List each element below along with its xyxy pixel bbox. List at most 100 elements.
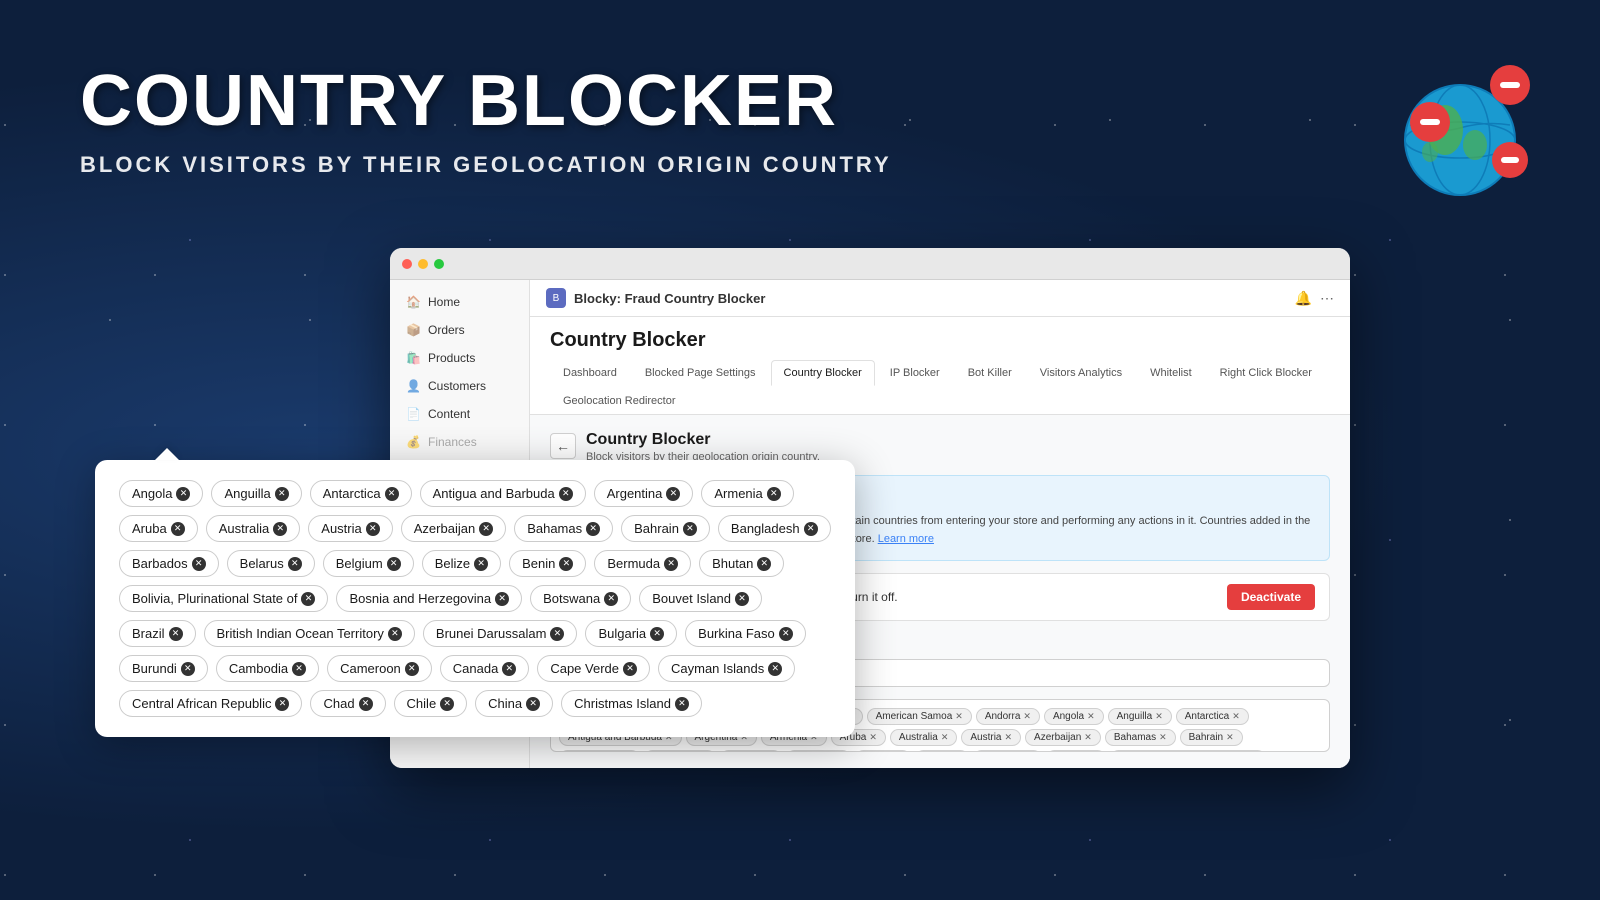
browser-maximize-dot[interactable] bbox=[434, 259, 444, 269]
popup-tag-bahamas[interactable]: Bahamas ✕ bbox=[514, 515, 613, 542]
popup-tag-burkina[interactable]: Burkina Faso ✕ bbox=[685, 620, 806, 647]
close-chile[interactable]: ✕ bbox=[440, 697, 454, 711]
close-bermuda[interactable]: ✕ bbox=[664, 557, 678, 571]
popup-tag-benin[interactable]: Benin ✕ bbox=[509, 550, 586, 577]
country-tag[interactable]: Angola ✕ bbox=[1044, 708, 1104, 725]
country-tag[interactable]: Australia ✕ bbox=[890, 729, 957, 746]
popup-tag-bahrain[interactable]: Bahrain ✕ bbox=[621, 515, 710, 542]
popup-tag-belgium[interactable]: Belgium ✕ bbox=[323, 550, 414, 577]
popup-tag-bhutan[interactable]: Bhutan ✕ bbox=[699, 550, 784, 577]
country-tag[interactable]: Barbados ✕ bbox=[644, 750, 715, 752]
popup-tag-azerbaijan[interactable]: Azerbaijan ✕ bbox=[401, 515, 506, 542]
close-botswana[interactable]: ✕ bbox=[604, 592, 618, 606]
popup-tag-cambodia[interactable]: Cambodia ✕ bbox=[216, 655, 319, 682]
close-canada[interactable]: ✕ bbox=[502, 662, 516, 676]
close-burkina[interactable]: ✕ bbox=[779, 627, 793, 641]
close-china[interactable]: ✕ bbox=[526, 697, 540, 711]
popup-tag-brazil[interactable]: Brazil ✕ bbox=[119, 620, 196, 647]
country-tag[interactable]: Andorra ✕ bbox=[976, 708, 1040, 725]
popup-tag-australia[interactable]: Australia ✕ bbox=[206, 515, 301, 542]
tab-bot-killer[interactable]: Bot Killer bbox=[955, 360, 1025, 386]
country-tag[interactable]: Azerbaijan ✕ bbox=[1025, 729, 1101, 746]
sidebar-item-customers[interactable]: 👤 Customers bbox=[390, 372, 529, 400]
popup-tag-argentina[interactable]: Argentina ✕ bbox=[594, 480, 694, 507]
deactivate-button[interactable]: Deactivate bbox=[1227, 584, 1315, 610]
country-tag[interactable]: Belarus ✕ bbox=[720, 750, 782, 752]
popup-tag-botswana[interactable]: Botswana ✕ bbox=[530, 585, 631, 612]
browser-close-dot[interactable] bbox=[402, 259, 412, 269]
close-belarus[interactable]: ✕ bbox=[288, 557, 302, 571]
popup-tag-bulgaria[interactable]: Bulgaria ✕ bbox=[585, 620, 677, 647]
popup-tag-chile[interactable]: Chile ✕ bbox=[394, 690, 468, 717]
popup-tag-british-indian[interactable]: British Indian Ocean Territory ✕ bbox=[204, 620, 415, 647]
close-azerbaijan[interactable]: ✕ bbox=[479, 522, 493, 536]
close-bolivia[interactable]: ✕ bbox=[301, 592, 315, 606]
close-brazil[interactable]: ✕ bbox=[169, 627, 183, 641]
close-belgium[interactable]: ✕ bbox=[387, 557, 401, 571]
popup-tag-belize[interactable]: Belize ✕ bbox=[422, 550, 501, 577]
popup-tag-cayman[interactable]: Cayman Islands ✕ bbox=[658, 655, 795, 682]
close-chad[interactable]: ✕ bbox=[359, 697, 373, 711]
popup-tag-anguilla[interactable]: Anguilla ✕ bbox=[211, 480, 301, 507]
close-bulgaria[interactable]: ✕ bbox=[650, 627, 664, 641]
sidebar-item-finances[interactable]: 💰 Finances bbox=[390, 428, 529, 456]
close-australia[interactable]: ✕ bbox=[273, 522, 287, 536]
tab-right-click-blocker[interactable]: Right Click Blocker bbox=[1207, 360, 1325, 386]
sidebar-item-content[interactable]: 📄 Content bbox=[390, 400, 529, 428]
popup-tag-china[interactable]: China ✕ bbox=[475, 690, 553, 717]
close-aruba[interactable]: ✕ bbox=[171, 522, 185, 536]
close-cambodia[interactable]: ✕ bbox=[292, 662, 306, 676]
tab-geolocation-redirector[interactable]: Geolocation Redirector bbox=[550, 388, 689, 414]
popup-tag-bermuda[interactable]: Bermuda ✕ bbox=[594, 550, 691, 577]
bell-icon[interactable]: 🔔 bbox=[1295, 290, 1312, 307]
popup-tag-bosnia[interactable]: Bosnia and Herzegovina ✕ bbox=[336, 585, 522, 612]
close-antarctica[interactable]: ✕ bbox=[385, 487, 399, 501]
popup-tag-armenia[interactable]: Armenia ✕ bbox=[701, 480, 793, 507]
close-armenia[interactable]: ✕ bbox=[767, 487, 781, 501]
tab-dashboard[interactable]: Dashboard bbox=[550, 360, 630, 386]
country-tag[interactable]: Benin ✕ bbox=[915, 750, 969, 752]
tab-ip-blocker[interactable]: IP Blocker bbox=[877, 360, 953, 386]
popup-tag-antigua[interactable]: Antigua and Barbuda ✕ bbox=[420, 480, 586, 507]
close-antigua[interactable]: ✕ bbox=[559, 487, 573, 501]
country-tag[interactable]: Bhutan ✕ bbox=[1046, 750, 1106, 752]
popup-tag-antarctica[interactable]: Antarctica ✕ bbox=[310, 480, 412, 507]
country-tag[interactable]: Bangladesh ✕ bbox=[559, 750, 640, 752]
popup-tag-angola[interactable]: Angola ✕ bbox=[119, 480, 203, 507]
learn-more-link[interactable]: Learn more bbox=[878, 533, 934, 545]
popup-tag-central-african[interactable]: Central African Republic ✕ bbox=[119, 690, 302, 717]
close-bhutan[interactable]: ✕ bbox=[757, 557, 771, 571]
close-brunei[interactable]: ✕ bbox=[550, 627, 564, 641]
country-tag[interactable]: Bahrain ✕ bbox=[1180, 729, 1243, 746]
popup-tag-christmas[interactable]: Christmas Island ✕ bbox=[561, 690, 702, 717]
close-british-indian[interactable]: ✕ bbox=[388, 627, 402, 641]
tab-visitors-analytics[interactable]: Visitors Analytics bbox=[1027, 360, 1135, 386]
country-tag[interactable]: Bahamas ✕ bbox=[1105, 729, 1176, 746]
country-tag[interactable]: Austria ✕ bbox=[961, 729, 1021, 746]
close-bahamas[interactable]: ✕ bbox=[586, 522, 600, 536]
close-angola[interactable]: ✕ bbox=[176, 487, 190, 501]
country-tag[interactable]: Bermuda ✕ bbox=[973, 750, 1042, 752]
popup-tag-brunei[interactable]: Brunei Darussalam ✕ bbox=[423, 620, 578, 647]
country-tag[interactable]: Belize ✕ bbox=[855, 750, 911, 752]
close-anguilla[interactable]: ✕ bbox=[275, 487, 289, 501]
close-bouvet[interactable]: ✕ bbox=[735, 592, 749, 606]
popup-tag-bouvet[interactable]: Bouvet Island ✕ bbox=[639, 585, 762, 612]
popup-tag-austria[interactable]: Austria ✕ bbox=[308, 515, 392, 542]
menu-icon[interactable]: ⋯ bbox=[1320, 290, 1334, 307]
popup-tag-cape-verde[interactable]: Cape Verde ✕ bbox=[537, 655, 650, 682]
popup-tag-cameroon[interactable]: Cameroon ✕ bbox=[327, 655, 432, 682]
close-bangladesh[interactable]: ✕ bbox=[804, 522, 818, 536]
close-benin[interactable]: ✕ bbox=[559, 557, 573, 571]
tab-blocked-page-settings[interactable]: Blocked Page Settings bbox=[632, 360, 769, 386]
country-tag[interactable]: American Samoa ✕ bbox=[867, 708, 972, 725]
close-bahrain[interactable]: ✕ bbox=[683, 522, 697, 536]
close-barbados[interactable]: ✕ bbox=[192, 557, 206, 571]
country-tag[interactable]: Antarctica ✕ bbox=[1176, 708, 1249, 725]
close-cameroon[interactable]: ✕ bbox=[405, 662, 419, 676]
popup-tag-barbados[interactable]: Barbados ✕ bbox=[119, 550, 219, 577]
popup-tag-aruba[interactable]: Aruba ✕ bbox=[119, 515, 198, 542]
close-bosnia[interactable]: ✕ bbox=[495, 592, 509, 606]
popup-tag-burundi[interactable]: Burundi ✕ bbox=[119, 655, 208, 682]
country-tag[interactable]: Anguilla ✕ bbox=[1108, 708, 1172, 725]
